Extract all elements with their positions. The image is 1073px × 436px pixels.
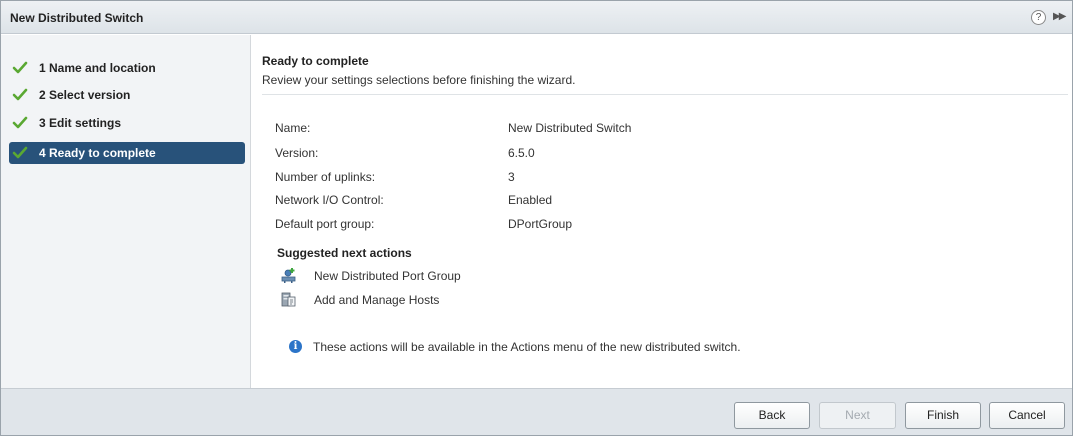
summary-value: 3 [508, 170, 515, 184]
check-icon [12, 146, 28, 159]
finish-button[interactable]: Finish [905, 402, 981, 429]
summary-key: Version: [275, 146, 319, 160]
summary-row-port-group: Default port group: DPortGroup [275, 217, 775, 233]
summary-value: 6.5.0 [508, 146, 535, 160]
step-label: 1 Name and location [39, 61, 156, 75]
summary-value: Enabled [508, 193, 553, 207]
dialog-title: New Distributed Switch [10, 11, 144, 25]
title-bar: New Distributed Switch ? ▶▶ [1, 1, 1072, 34]
expand-icon[interactable]: ▶▶ [1053, 11, 1066, 22]
next-button[interactable]: Next [819, 402, 896, 429]
summary-row-name: Name: New Distributed Switch [275, 121, 775, 137]
check-icon [12, 61, 28, 74]
step-edit-settings[interactable]: 3 Edit settings [9, 112, 245, 134]
step-label: 2 Select version [39, 88, 131, 102]
summary-key: Default port group: [275, 217, 375, 231]
help-icon[interactable]: ? [1031, 10, 1046, 25]
wizard-steps-sidebar: 1 Name and location 2 Select version 3 E… [1, 35, 251, 388]
main-content: Ready to complete Review your settings s… [252, 35, 1072, 388]
summary-key: Number of uplinks: [275, 170, 376, 184]
summary-row-uplinks: Number of uplinks: 3 [275, 170, 775, 186]
step-label: 4 Ready to complete [39, 146, 156, 160]
info-text: These actions will be available in the A… [313, 340, 741, 354]
check-icon [12, 116, 28, 129]
step-label: 3 Edit settings [39, 116, 122, 130]
check-icon [12, 88, 28, 101]
summary-value: New Distributed Switch [508, 121, 632, 135]
next-actions-title: Suggested next actions [277, 246, 412, 260]
step-ready-to-complete[interactable]: 4 Ready to complete [9, 142, 245, 164]
hosts-icon [281, 292, 296, 307]
summary-value: DPortGroup [508, 217, 573, 231]
wizard-dialog: New Distributed Switch ? ▶▶ 1 Name and l… [0, 0, 1073, 436]
cancel-button[interactable]: Cancel [989, 402, 1065, 429]
info-icon: i [289, 340, 302, 353]
back-button[interactable]: Back [734, 402, 810, 429]
button-bar: Back Next Finish Cancel [1, 388, 1072, 435]
page-subtitle: Review your settings selections before f… [262, 73, 576, 87]
summary-row-nioc: Network I/O Control: Enabled [275, 193, 775, 209]
action-label: New Distributed Port Group [314, 269, 461, 283]
port-group-icon [281, 268, 296, 283]
page-title: Ready to complete [262, 54, 369, 68]
step-name-and-location[interactable]: 1 Name and location [9, 57, 245, 79]
step-select-version[interactable]: 2 Select version [9, 84, 245, 106]
summary-row-version: Version: 6.5.0 [275, 146, 775, 162]
divider [262, 94, 1068, 95]
summary-key: Name: [275, 121, 311, 135]
action-label: Add and Manage Hosts [314, 293, 440, 307]
summary-key: Network I/O Control: [275, 193, 384, 207]
